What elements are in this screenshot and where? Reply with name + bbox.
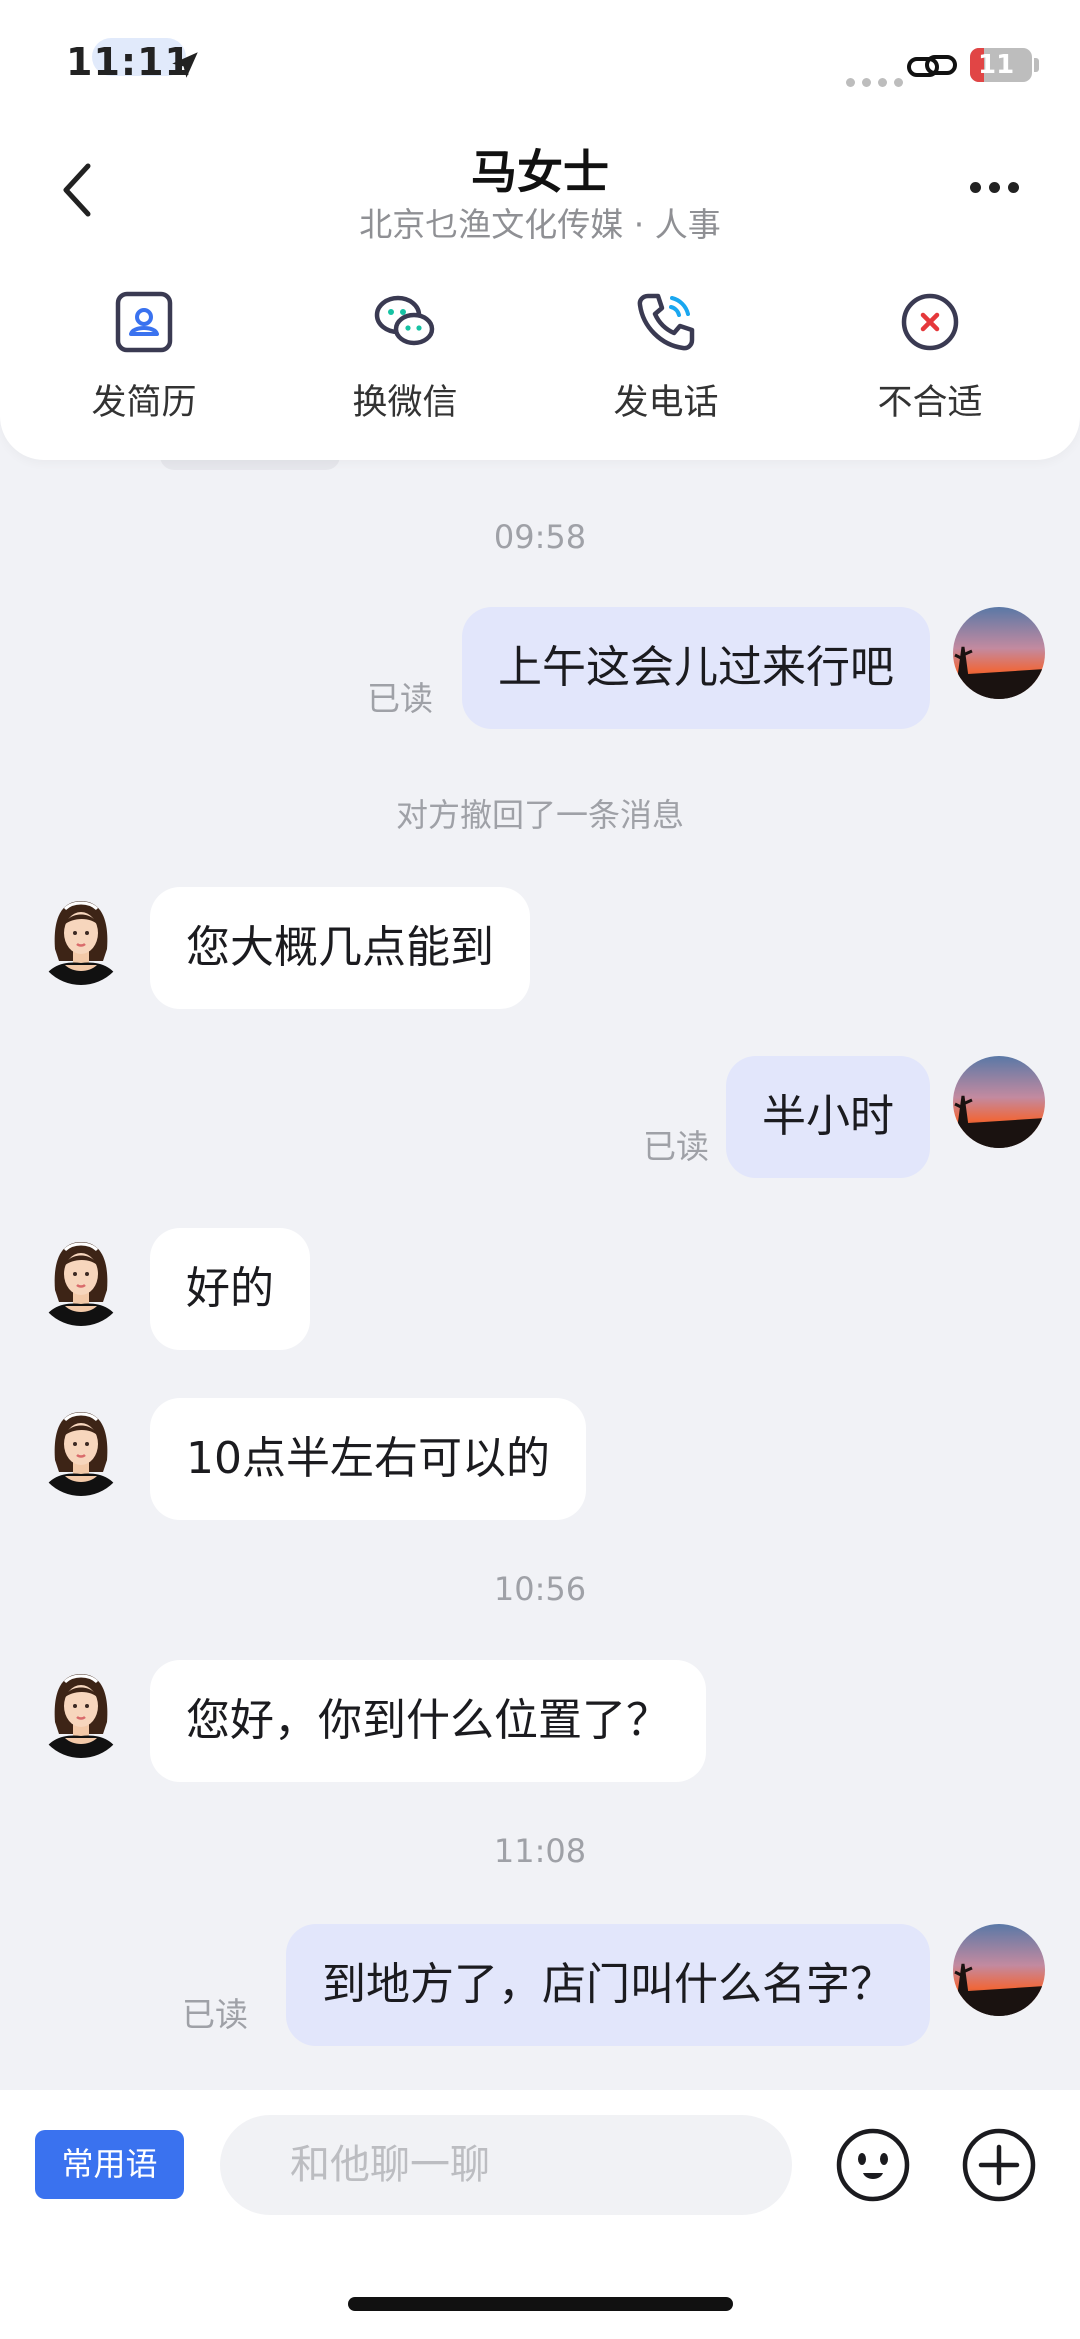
action-label: 发电话 — [613, 383, 719, 423]
wechat-icon — [374, 295, 435, 346]
my-avatar[interactable] — [953, 1056, 1045, 1148]
phone-icon — [637, 293, 695, 351]
woman-avatar-image — [35, 1404, 127, 1496]
message-bubble-sent[interactable]: 到地方了，店门叫什么名字？ — [286, 1924, 930, 2046]
contact-name: 马女士 — [471, 145, 609, 199]
timestamp: 10:56 — [493, 1570, 587, 1608]
read-status: 已读 — [367, 679, 433, 718]
quick-phrase-button[interactable]: 常用语 — [35, 2130, 184, 2199]
send-resume-button[interactable]: 发简历 — [44, 290, 244, 425]
woman-avatar-image — [35, 1666, 127, 1758]
more-dots-icon[interactable] — [970, 182, 1030, 198]
plus-circle-icon[interactable] — [961, 2127, 1037, 2203]
send-phone-button[interactable]: 发电话 — [566, 290, 766, 425]
close-circle-icon — [901, 293, 959, 351]
recall-notice: 对方撤回了一条消息 — [395, 796, 684, 834]
timestamp: 11:08 — [493, 1832, 587, 1870]
message-bubble-received[interactable]: 您好，你到什么位置了？ — [150, 1660, 706, 1782]
message-bubble-sent[interactable]: 半小时 — [726, 1056, 930, 1178]
woman-avatar-image — [35, 893, 127, 985]
battery-icon: 11 — [970, 48, 1032, 82]
contact-avatar[interactable] — [35, 1666, 127, 1758]
smiley-icon[interactable] — [835, 2127, 911, 2203]
action-label: 发简历 — [91, 383, 197, 423]
sunset-avatar-image — [953, 1924, 1045, 2016]
battery-level: 11 — [978, 50, 1015, 80]
exchange-wechat-button[interactable]: 换微信 — [305, 290, 505, 425]
home-indicator — [348, 2297, 733, 2311]
not-suitable-button[interactable]: 不合适 — [830, 290, 1030, 425]
location-arrow-icon — [172, 52, 198, 78]
signal-dots-icon — [846, 72, 910, 91]
contact-company: 北京乜渔文化传媒 · 人事 — [359, 205, 721, 244]
action-label: 不合适 — [877, 383, 983, 423]
my-avatar[interactable] — [953, 1924, 1045, 2016]
link-icon — [907, 55, 957, 77]
battery-tip — [1034, 58, 1039, 72]
contact-avatar[interactable] — [35, 1404, 127, 1496]
timestamp: 09:58 — [493, 518, 587, 556]
resume-icon — [115, 291, 173, 353]
message-bubble-received[interactable]: 10点半左右可以的 — [150, 1398, 586, 1520]
message-bubble-sent[interactable]: 上午这会儿过来行吧 — [462, 607, 930, 729]
woman-avatar-image — [35, 1234, 127, 1326]
sunset-avatar-image — [953, 607, 1045, 699]
read-status: 已读 — [182, 1995, 248, 2034]
action-label: 换微信 — [352, 383, 458, 423]
read-status: 已读 — [643, 1127, 709, 1166]
message-bubble-received[interactable]: 您大概几点能到 — [150, 887, 530, 1009]
sunset-avatar-image — [953, 1056, 1045, 1148]
my-avatar[interactable] — [953, 607, 1045, 699]
contact-avatar[interactable] — [35, 1234, 127, 1326]
message-input[interactable] — [220, 2115, 792, 2215]
contact-avatar[interactable] — [35, 893, 127, 985]
message-bubble-received[interactable]: 好的 — [150, 1228, 310, 1350]
